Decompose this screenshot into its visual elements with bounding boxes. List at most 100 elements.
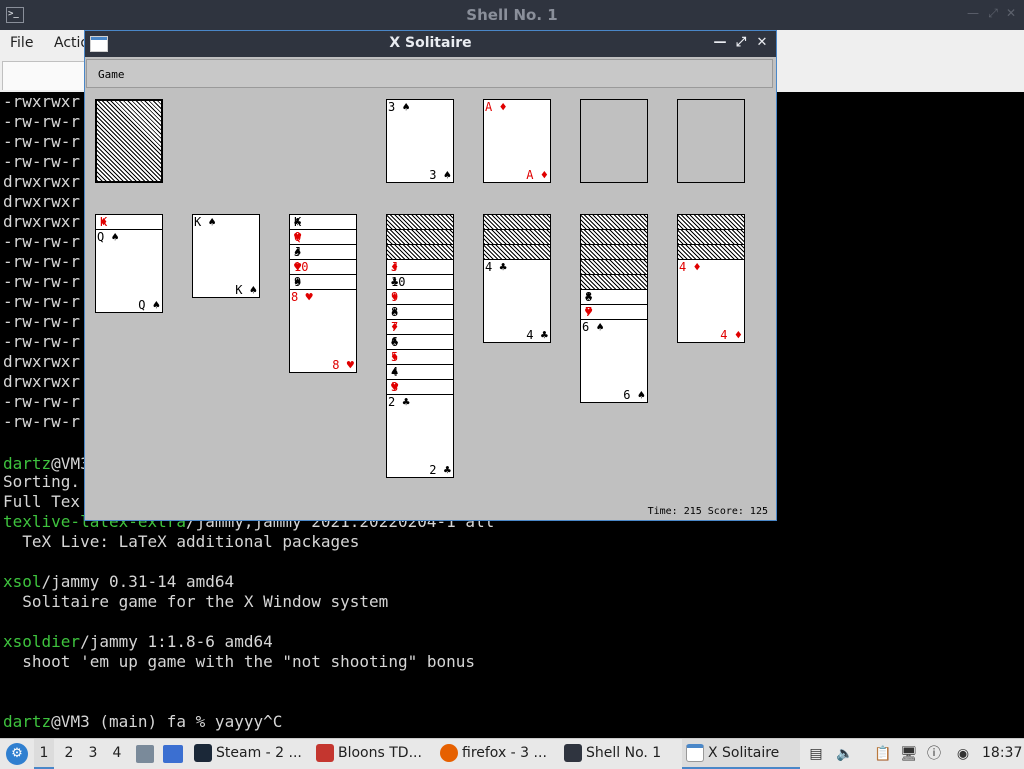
card[interactable]: 8 ♣ bbox=[580, 289, 648, 305]
terminal-line: dartz@VM3 (main) fa % yayyy^C bbox=[3, 712, 283, 731]
card[interactable]: 5 ♦ bbox=[386, 349, 454, 365]
card-rank: 2 ♣ bbox=[388, 395, 410, 409]
notification-icon[interactable]: ⓘ bbox=[926, 746, 942, 762]
maximize-icon[interactable]: ⤢ bbox=[733, 35, 749, 51]
card-rank: 4 ♦ bbox=[679, 260, 701, 274]
face-down-card bbox=[580, 229, 648, 245]
solitaire-menubar: Game bbox=[86, 59, 773, 88]
face-down-card bbox=[483, 229, 551, 245]
steam-tray-icon[interactable]: ◉ bbox=[955, 746, 971, 762]
card[interactable]: K ♣ bbox=[289, 214, 357, 230]
card[interactable]: K ♠ K ♠ bbox=[192, 214, 260, 298]
terminal-line: shoot 'em up game with the "not shooting… bbox=[3, 652, 476, 671]
clipboard-icon[interactable]: 📋 bbox=[874, 746, 891, 762]
close-icon[interactable]: ✕ bbox=[1004, 6, 1018, 20]
terminal-line: Solitaire game for the X Window system bbox=[3, 592, 389, 611]
card[interactable]: 7 ♦ bbox=[386, 319, 454, 335]
workspace-4[interactable]: 4 bbox=[108, 739, 126, 769]
card[interactable]: 10 ♣ bbox=[386, 274, 454, 290]
start-menu-icon[interactable]: ⚙ bbox=[6, 743, 28, 765]
minimize-icon[interactable]: — bbox=[712, 35, 728, 51]
card[interactable]: 9 ♦ bbox=[386, 289, 454, 305]
task-label: Bloons TD... bbox=[338, 745, 422, 761]
card-rank: Q ♠ bbox=[97, 230, 119, 244]
face-down-card bbox=[386, 229, 454, 245]
card[interactable]: 4 ♠ bbox=[386, 364, 454, 380]
card[interactable]: 7 ♥ bbox=[580, 304, 648, 320]
task-steam[interactable]: Steam - 2 ... bbox=[190, 739, 310, 769]
card[interactable]: 10 ♥ bbox=[289, 259, 357, 275]
face-down-card bbox=[580, 259, 648, 275]
steam-icon bbox=[194, 744, 212, 762]
terminal-line: -rw-rw-r bbox=[3, 272, 81, 291]
workspace-3[interactable]: 3 bbox=[84, 739, 102, 769]
foundation-4[interactable] bbox=[677, 99, 745, 183]
card[interactable]: 8 ♥ 8 ♥ bbox=[289, 289, 357, 373]
tray-scroll-icon[interactable]: ▤ bbox=[808, 746, 824, 762]
card[interactable]: 4 ♦ 4 ♦ bbox=[677, 259, 745, 343]
volume-icon[interactable]: 🔈 bbox=[836, 746, 853, 762]
terminal-line: -rw-rw-r bbox=[3, 152, 81, 171]
clock[interactable]: 18:37 bbox=[982, 739, 1022, 769]
card-rank: 6 ♠ bbox=[582, 320, 604, 334]
terminal-line: dartz@VM3 bbox=[3, 454, 90, 473]
card[interactable]: K ♦ bbox=[95, 214, 163, 230]
card[interactable]: J ♦ bbox=[386, 259, 454, 275]
network-icon[interactable]: 🖥 bbox=[900, 746, 918, 762]
stock-pile[interactable] bbox=[95, 99, 163, 183]
menu-game[interactable]: Game bbox=[98, 68, 125, 81]
terminal-line: -rw-rw-r bbox=[3, 392, 81, 411]
face-down-card bbox=[580, 244, 648, 260]
solitaire-titlebar[interactable]: X Solitaire — ⤢ ✕ bbox=[85, 31, 776, 57]
task-label: Shell No. 1 bbox=[586, 745, 662, 761]
terminal-line: Sorting. bbox=[3, 472, 81, 491]
terminal-line: drwxrwxr bbox=[3, 352, 81, 371]
face-down-card bbox=[386, 244, 454, 260]
workspace-1[interactable]: 1 bbox=[34, 739, 54, 769]
card[interactable]: J ♠ bbox=[289, 244, 357, 260]
workspace-2[interactable]: 2 bbox=[60, 739, 78, 769]
terminal-line: -rw-rw-r bbox=[3, 252, 81, 271]
task-firefox[interactable]: firefox - 3 ... bbox=[436, 739, 560, 769]
card[interactable]: Q ♥ bbox=[289, 229, 357, 245]
card-rank: 8 ♥ bbox=[332, 358, 354, 372]
task-x-solitaire[interactable]: X Solitaire bbox=[682, 739, 800, 769]
face-down-card bbox=[580, 214, 648, 230]
menu-file[interactable]: File bbox=[10, 35, 33, 51]
card[interactable]: 8 ♠ bbox=[386, 304, 454, 320]
card-rank: 3 ♠ bbox=[388, 100, 410, 114]
file-manager-icon[interactable] bbox=[136, 745, 154, 763]
firefox-icon bbox=[440, 744, 458, 762]
card[interactable]: 4 ♣ 4 ♣ bbox=[483, 259, 551, 343]
card[interactable]: Q ♠ Q ♠ bbox=[95, 229, 163, 313]
card[interactable]: 9 ♠ bbox=[289, 274, 357, 290]
terminal-line: -rw-rw-r bbox=[3, 312, 81, 331]
card-rank: 4 ♣ bbox=[485, 260, 507, 274]
terminal-icon bbox=[564, 744, 582, 762]
task-shell[interactable]: Shell No. 1 bbox=[560, 739, 680, 769]
close-icon[interactable]: ✕ bbox=[754, 35, 770, 51]
maximize-icon[interactable]: ⤢ bbox=[986, 6, 1000, 20]
face-down-card bbox=[386, 214, 454, 230]
face-down-card bbox=[677, 244, 745, 260]
taskbar: ⚙ 1 2 3 4 Steam - 2 ... Bloons TD... fir… bbox=[0, 738, 1024, 769]
foundation-1[interactable]: 3 ♠ 3 ♠ bbox=[386, 99, 454, 183]
card[interactable]: 2 ♣ 2 ♣ bbox=[386, 394, 454, 478]
foundation-2[interactable]: A ♦ A ♦ bbox=[483, 99, 551, 183]
card[interactable]: 6 ♣ bbox=[386, 334, 454, 350]
face-down-card bbox=[677, 229, 745, 245]
card[interactable]: 6 ♠ 6 ♠ bbox=[580, 319, 648, 403]
task-label: firefox - 3 ... bbox=[462, 745, 547, 761]
terminal-line: -rw-rw-r bbox=[3, 412, 81, 431]
terminal-line: drwxrwxr bbox=[3, 172, 81, 191]
terminal-titlebar[interactable]: >_ Shell No. 1 — ⤢ ✕ bbox=[0, 0, 1024, 30]
show-desktop-icon[interactable] bbox=[163, 745, 183, 763]
terminal-line: drwxrwxr bbox=[3, 192, 81, 211]
foundation-3[interactable] bbox=[580, 99, 648, 183]
terminal-line: drwxrwxr bbox=[3, 212, 81, 231]
terminal-line: drwxrwxr bbox=[3, 372, 81, 391]
minimize-icon[interactable]: — bbox=[966, 6, 980, 20]
task-bloons[interactable]: Bloons TD... bbox=[312, 739, 436, 769]
card-rank: K ♠ bbox=[235, 283, 257, 297]
card[interactable]: 3 ♥ bbox=[386, 379, 454, 395]
